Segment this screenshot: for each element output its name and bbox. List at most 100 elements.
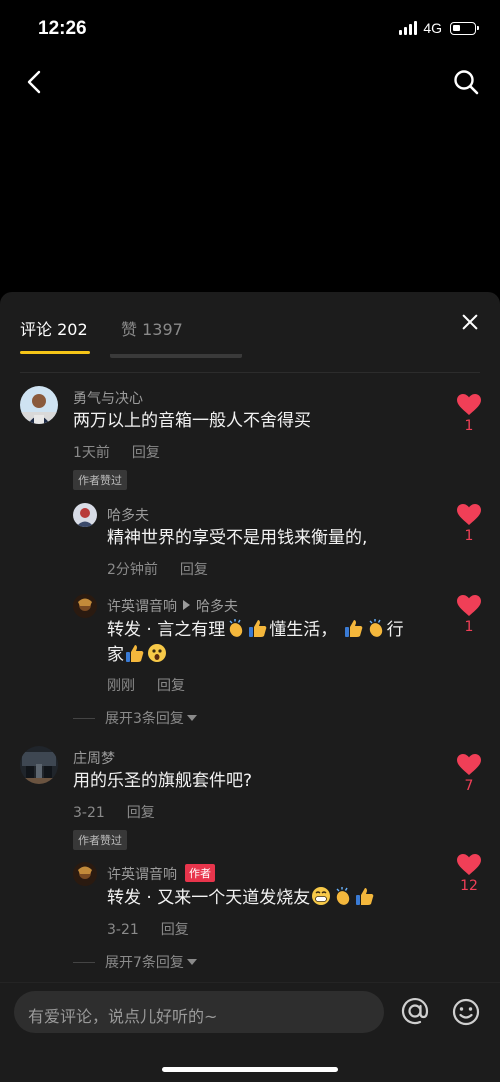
comment-time: 1天前 — [73, 445, 110, 461]
top-navigation — [0, 62, 500, 102]
reply-username: 许英谓音响 哈多夫 — [107, 596, 238, 616]
caret-down-icon — [186, 715, 197, 721]
scroll-hint-bar — [110, 354, 242, 358]
reply-to-name[interactable]: 哈多夫 — [196, 599, 238, 615]
reply-username[interactable]: 哈多夫 — [107, 505, 149, 525]
battery-icon — [450, 21, 479, 35]
reply-button[interactable]: 回复 — [161, 922, 189, 938]
reply-meta: 3-21 回复 — [107, 919, 189, 939]
close-button[interactable] — [462, 314, 478, 330]
comment-meta: 1天前 回复 — [73, 442, 160, 462]
clap-emoji — [336, 887, 350, 905]
reply-text[interactable]: 转发 · 又来一个天道发烧友 — [107, 886, 376, 911]
like-count: 1 — [464, 619, 474, 635]
grin-emoji — [312, 887, 331, 905]
caret-down-icon — [186, 959, 197, 965]
shocked-emoji — [148, 644, 166, 662]
heart-icon — [457, 504, 481, 525]
thumbs-up-emoji — [126, 645, 144, 662]
tab-likes[interactable]: 赞 1397 — [121, 316, 183, 340]
comment-panel: 评论 202 赞 1397 勇气与决心 两万以上的音箱一般人不舍得买 1天前 回复… — [0, 292, 500, 1082]
reply-arrow-icon — [183, 600, 190, 610]
author-liked-badge: 作者赞过 — [73, 830, 127, 850]
status-bar: 12:26 4G — [0, 0, 500, 58]
back-button[interactable] — [16, 64, 52, 100]
author-tag: 作者 — [185, 864, 215, 882]
at-icon — [401, 998, 429, 1025]
comment-input[interactable]: 有爱评论，说点儿好听的~ — [14, 991, 384, 1033]
emoji-button[interactable] — [451, 997, 481, 1027]
reply-text[interactable]: 转发 · 言之有理 懂生活， 行 家 — [107, 618, 437, 668]
reply-time: 刚刚 — [107, 678, 135, 694]
like-count: 7 — [464, 778, 474, 794]
reply-text-part: 家 — [107, 645, 124, 665]
reply-time: 3-21 — [107, 922, 139, 938]
like-button[interactable]: 1 — [454, 394, 484, 434]
reply-text-part: 转发 · 又来一个天道发烧友 — [107, 888, 311, 908]
clap-emoji — [229, 619, 243, 637]
mention-button[interactable] — [399, 995, 431, 1027]
signal-icon — [399, 21, 418, 35]
like-button[interactable]: 1 — [454, 504, 484, 544]
search-icon — [454, 70, 479, 95]
like-button[interactable]: 1 — [454, 595, 484, 635]
input-placeholder: 有爱评论，说点儿好听的~ — [28, 1007, 218, 1026]
reply-text-part: 转发 · 言之有理 — [107, 620, 226, 640]
status-time: 12:26 — [38, 18, 87, 39]
reply-button[interactable]: 回复 — [157, 678, 185, 694]
expand-line — [73, 962, 95, 963]
avatar[interactable] — [20, 386, 58, 424]
divider — [20, 372, 480, 373]
reply-button[interactable]: 回复 — [132, 445, 160, 461]
reply-text-part: 懂生活， — [269, 620, 338, 640]
author-liked-badge: 作者赞过 — [73, 470, 127, 490]
comment-meta: 3-21 回复 — [73, 802, 155, 822]
expand-line — [73, 718, 95, 719]
reply-button[interactable]: 回复 — [180, 562, 208, 578]
avatar[interactable] — [20, 746, 58, 784]
clap-emoji — [369, 619, 382, 637]
like-count: 1 — [464, 418, 474, 434]
like-count: 12 — [460, 878, 478, 894]
reply-text-part: 行 — [386, 620, 404, 640]
search-button[interactable] — [448, 64, 484, 100]
thumbs-up-emoji — [344, 620, 362, 637]
home-indicator — [162, 1067, 338, 1072]
avatar[interactable] — [73, 503, 97, 527]
avatar[interactable] — [73, 594, 97, 618]
reply-author-name[interactable]: 许英谓音响 — [107, 599, 177, 615]
expand-label: 展开7条回复 — [105, 955, 184, 971]
reply-meta: 2分钟前 回复 — [107, 559, 208, 579]
thumbs-up-emoji — [249, 620, 267, 637]
tab-comments[interactable]: 评论 202 — [20, 316, 88, 340]
comment-tabs: 评论 202 赞 1397 — [0, 292, 500, 354]
emoji-icon — [452, 998, 480, 1026]
heart-icon — [457, 394, 481, 415]
thumbs-up-emoji — [356, 888, 374, 905]
comment-username[interactable]: 勇气与决心 — [73, 388, 143, 408]
heart-icon — [457, 854, 481, 875]
comment-text[interactable]: 用的乐圣的旗舰套件吧? — [73, 769, 252, 794]
reply-username: 许英谓音响 作者 — [107, 864, 215, 884]
tab-active-indicator — [20, 351, 90, 354]
comment-time: 3-21 — [73, 805, 105, 821]
network-label: 4G — [423, 20, 442, 36]
reply-time: 2分钟前 — [107, 562, 158, 578]
expand-replies-button[interactable]: 展开3条回复 — [73, 708, 197, 728]
comment-text[interactable]: 两万以上的音箱一般人不舍得买 — [73, 409, 311, 434]
reply-meta: 刚刚 回复 — [107, 675, 185, 695]
expand-replies-button[interactable]: 展开7条回复 — [73, 952, 197, 972]
comment-username[interactable]: 庄周梦 — [73, 748, 115, 768]
heart-icon — [457, 754, 481, 775]
reply-button[interactable]: 回复 — [127, 805, 155, 821]
reply-text[interactable]: 精神世界的享受不是用钱来衡量的, — [107, 526, 367, 551]
avatar[interactable] — [73, 862, 97, 886]
like-button[interactable]: 7 — [454, 754, 484, 794]
status-icons: 4G — [399, 20, 479, 36]
reply-author-name[interactable]: 许英谓音响 — [107, 867, 177, 883]
like-button[interactable]: 12 — [454, 854, 484, 894]
expand-label: 展开3条回复 — [105, 711, 184, 727]
heart-icon — [457, 595, 481, 616]
back-icon — [27, 70, 41, 94]
like-count: 1 — [464, 528, 474, 544]
